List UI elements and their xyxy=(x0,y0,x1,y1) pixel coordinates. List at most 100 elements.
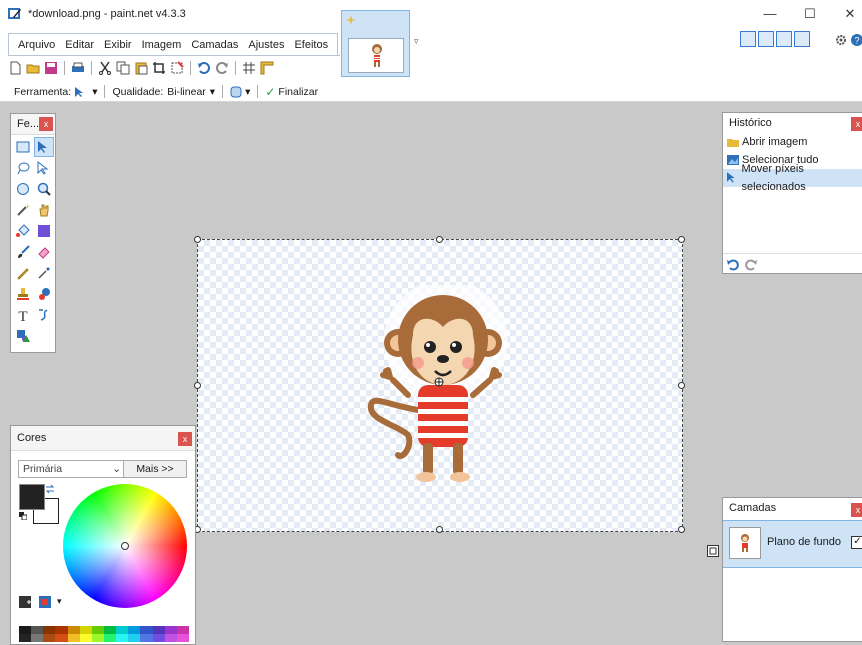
palette-swatch[interactable] xyxy=(55,634,68,642)
magic-wand-icon[interactable] xyxy=(14,201,32,219)
maximize-button[interactable]: ☐ xyxy=(798,6,822,22)
colors-window-toggle-icon[interactable] xyxy=(794,31,810,47)
palette-swatch[interactable] xyxy=(79,626,92,634)
palette-swatch[interactable] xyxy=(176,634,189,642)
selection-handle[interactable] xyxy=(436,236,443,243)
tab-list-chevron-icon[interactable]: ▿ xyxy=(414,36,419,47)
selection-handle[interactable] xyxy=(678,236,685,243)
color-wheel-cursor[interactable] xyxy=(121,542,129,550)
palette-swatch[interactable] xyxy=(116,626,129,634)
more-colors-button[interactable]: Mais >> xyxy=(123,460,187,478)
print-icon[interactable] xyxy=(71,61,85,75)
palette-swatch[interactable] xyxy=(67,626,80,634)
palette-swatch[interactable] xyxy=(164,626,177,634)
paste-icon[interactable] xyxy=(134,61,148,75)
selection-mode-chevron-icon[interactable]: ▾ xyxy=(245,86,250,98)
image-canvas[interactable] xyxy=(194,236,685,533)
gradient-icon[interactable] xyxy=(35,222,53,240)
selection-handle[interactable] xyxy=(678,382,685,389)
eraser-icon[interactable] xyxy=(35,243,53,261)
help-icon[interactable]: ? xyxy=(851,34,862,46)
quality-value[interactable]: Bi-linear xyxy=(167,86,206,98)
close-window-button[interactable]: ✕ xyxy=(838,6,862,22)
swap-colors-icon[interactable] xyxy=(45,484,55,494)
move-pixels-tool-icon[interactable] xyxy=(74,86,88,98)
selection-handle[interactable] xyxy=(194,382,201,389)
pan-icon[interactable] xyxy=(35,201,53,219)
menu-ajustes[interactable]: Ajustes xyxy=(243,39,289,51)
menu-imagem[interactable]: Imagem xyxy=(137,39,187,51)
palette-swatch[interactable] xyxy=(79,634,92,642)
layer-row[interactable]: Plano de fundo ✓ xyxy=(723,520,862,568)
paint-bucket-icon[interactable] xyxy=(14,222,32,240)
layers-panel-close-button[interactable]: x xyxy=(851,503,862,517)
selection-handle[interactable] xyxy=(194,236,201,243)
palette-swatch[interactable] xyxy=(140,634,153,642)
deselect-icon[interactable] xyxy=(170,61,184,75)
shapes-icon[interactable] xyxy=(14,327,32,345)
cut-icon[interactable] xyxy=(98,61,112,75)
add-to-palette-icon[interactable] xyxy=(19,596,33,608)
palette-swatch[interactable] xyxy=(19,626,32,634)
clone-stamp-icon[interactable] xyxy=(14,285,32,303)
grid-icon[interactable] xyxy=(242,61,256,75)
redo-icon[interactable] xyxy=(215,61,229,75)
rectangle-select-icon[interactable] xyxy=(14,138,32,156)
quality-dropdown-chevron-icon[interactable]: ▾ xyxy=(210,86,215,98)
save-icon[interactable] xyxy=(44,61,58,75)
new-file-icon[interactable] xyxy=(8,61,22,75)
colors-panel-close-button[interactable]: x xyxy=(178,432,192,446)
reset-colors-icon[interactable] xyxy=(19,512,27,520)
color-wheel[interactable] xyxy=(63,484,187,608)
palette-swatch[interactable] xyxy=(43,626,56,634)
selection-handle[interactable] xyxy=(436,526,443,533)
primary-color-swatch[interactable] xyxy=(19,484,45,510)
palette-swatch[interactable] xyxy=(19,634,32,642)
finish-button[interactable]: Finalizar xyxy=(278,86,318,98)
ellipse-select-icon[interactable] xyxy=(14,180,32,198)
palette-menu-chevron-icon[interactable]: ▾ xyxy=(57,596,62,607)
text-icon[interactable]: T xyxy=(14,306,32,324)
menu-arquivo[interactable]: Arquivo xyxy=(13,39,60,51)
palette-swatch[interactable] xyxy=(103,626,117,634)
history-undo-icon[interactable] xyxy=(727,259,741,271)
move-selection-icon[interactable] xyxy=(35,159,53,177)
selection-mode-icon[interactable] xyxy=(230,86,242,98)
palette-swatch[interactable] xyxy=(140,626,153,634)
palette-swatch[interactable] xyxy=(116,634,129,642)
line-curve-icon[interactable] xyxy=(35,306,53,324)
palette-swatch[interactable] xyxy=(91,634,104,642)
palette-swatch[interactable] xyxy=(91,626,104,634)
minimize-button[interactable]: — xyxy=(758,6,782,21)
palette-swatch[interactable] xyxy=(164,634,177,642)
menu-efeitos[interactable]: Efeitos xyxy=(289,39,333,51)
selection-handle[interactable] xyxy=(678,526,685,533)
palette-swatch[interactable] xyxy=(103,634,117,642)
move-selected-pixels-icon[interactable] xyxy=(34,137,54,157)
undo-icon[interactable] xyxy=(197,61,211,75)
palette-swatch[interactable] xyxy=(67,634,80,642)
crop-icon[interactable] xyxy=(152,61,166,75)
palette-swatch[interactable] xyxy=(31,634,44,642)
ruler-icon[interactable] xyxy=(260,61,274,75)
color-picker-icon[interactable] xyxy=(35,264,53,282)
palette-menu-icon[interactable] xyxy=(39,596,53,608)
history-item-selected[interactable]: Mover píxeis selecionados xyxy=(723,163,862,193)
history-redo-icon[interactable] xyxy=(743,259,757,271)
palette-swatch[interactable] xyxy=(43,634,56,642)
palette-swatch[interactable] xyxy=(55,626,68,634)
settings-gear-icon[interactable] xyxy=(835,34,847,46)
palette-swatch[interactable] xyxy=(128,634,141,642)
recolor-icon[interactable] xyxy=(35,285,53,303)
menu-camadas[interactable]: Camadas xyxy=(186,39,243,51)
pencil-icon[interactable] xyxy=(14,264,32,282)
tool-dropdown-chevron-icon[interactable]: ▾ xyxy=(92,86,97,98)
layer-visibility-checkbox[interactable]: ✓ xyxy=(851,536,862,549)
palette-swatch[interactable] xyxy=(128,626,141,634)
tools-window-toggle-icon[interactable] xyxy=(740,31,756,47)
tools-panel-close-button[interactable]: x xyxy=(39,117,53,131)
lasso-select-icon[interactable] xyxy=(14,159,32,177)
layers-window-toggle-icon[interactable] xyxy=(776,31,792,47)
paintbrush-icon[interactable] xyxy=(14,243,32,261)
image-tab[interactable] xyxy=(341,10,410,77)
